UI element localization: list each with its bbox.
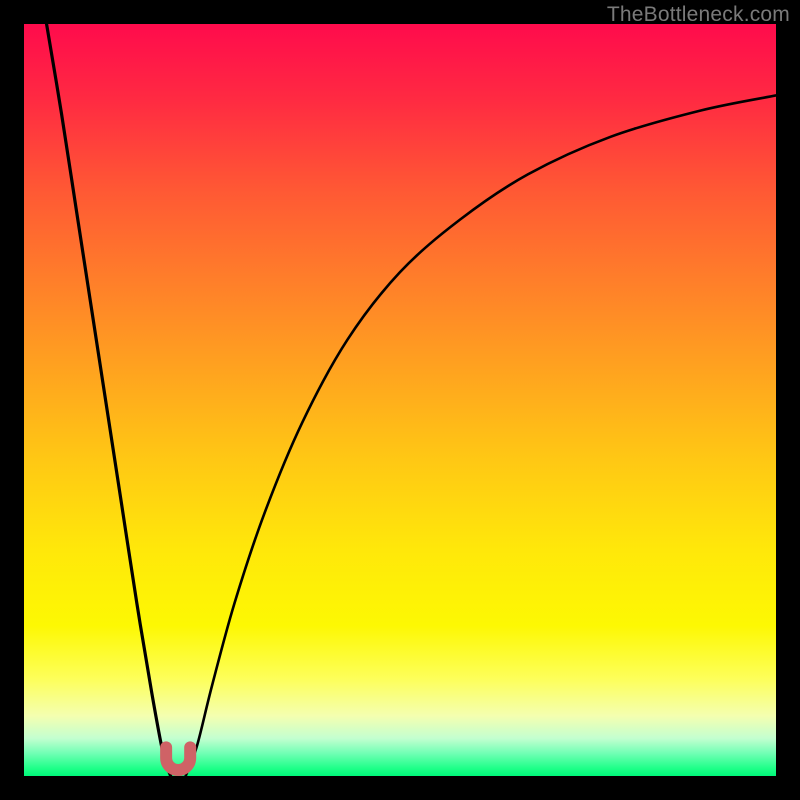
- curve-layer: [24, 24, 776, 776]
- bottleneck-curve: [47, 24, 776, 776]
- watermark-text: TheBottleneck.com: [607, 3, 790, 27]
- outer-frame: TheBottleneck.com: [0, 0, 800, 800]
- curve-right-branch: [186, 95, 776, 776]
- plot-area: [24, 24, 776, 776]
- trough-u-marker: [166, 747, 190, 770]
- curve-left-branch: [47, 24, 171, 776]
